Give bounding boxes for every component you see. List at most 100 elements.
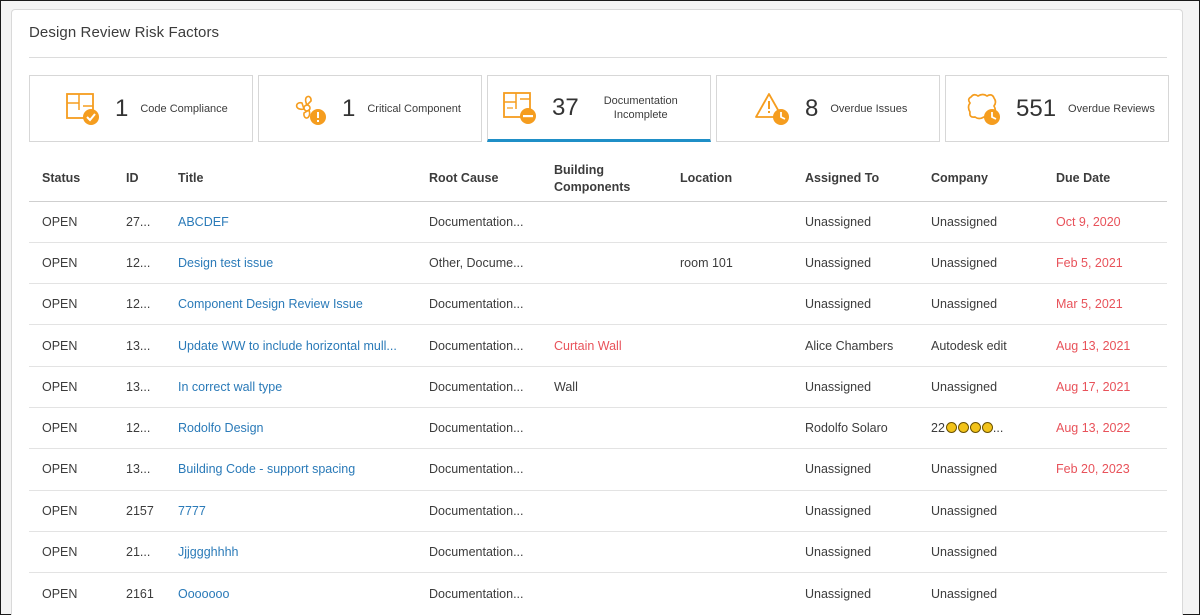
overdue-reviews-count: 551	[1016, 94, 1057, 122]
cell-title-link[interactable]: 7777	[165, 490, 416, 532]
cell-due-date: Feb 5, 2021	[1043, 242, 1167, 285]
cell-status: OPEN	[29, 448, 113, 491]
cell-location	[667, 531, 792, 574]
cell-root-cause: Other, Docume...	[416, 242, 541, 285]
cell-title-link[interactable]: ABCDEF	[165, 201, 416, 243]
col-header-location[interactable]: Location	[667, 157, 792, 202]
cell-location	[667, 490, 792, 532]
table-row[interactable]: OPEN 2157 7777 Documentation... Unassign…	[29, 490, 1167, 532]
panel-title: Design Review Risk Factors	[29, 24, 220, 41]
cell-status: OPEN	[42, 586, 78, 601]
cell-company: Unassigned	[918, 283, 1043, 326]
emoji-face-icon	[981, 422, 993, 434]
cell-title-link[interactable]: Design test issue	[165, 242, 416, 285]
cell-assigned-to: Unassigned	[805, 586, 872, 601]
cell-root-cause: Documentation...	[416, 201, 541, 243]
documentation-incomplete-icon	[503, 91, 536, 124]
cell-due-date	[1043, 573, 1167, 614]
cell-building-components	[541, 490, 667, 532]
col-header-building-components[interactable]: Building Components	[541, 157, 667, 202]
cell-root-cause: Documentation...	[416, 366, 541, 408]
cell-title-link[interactable]: Rodolfo Design	[165, 407, 416, 450]
cell-title-link[interactable]: In correct wall type	[165, 366, 416, 408]
card-code-compliance[interactable]: 1 Code Compliance	[29, 75, 253, 142]
cell-id: 12...	[113, 407, 165, 450]
cell-due-date: Aug 17, 2021	[1043, 366, 1167, 408]
col-header-company[interactable]: Company	[918, 157, 1043, 202]
cell-status: OPEN	[29, 490, 113, 532]
cell-company: Unassigned	[918, 366, 1043, 408]
cell-root-cause: Documentation...	[416, 490, 541, 532]
cell-building-components	[541, 448, 667, 491]
documentation-incomplete-label: Documentation Incomplete	[603, 94, 678, 121]
emoji-face-icon	[945, 422, 957, 434]
table-row[interactable]: OPEN 13... In correct wall type Document…	[29, 366, 1167, 408]
cell-title-link[interactable]: Building Code - support spacing	[165, 448, 416, 491]
issues-table: Status ID Title Root Cause Building Comp…	[29, 157, 1167, 614]
table-row[interactable]: OPEN 12... Design test issue Other, Docu…	[29, 242, 1167, 285]
cell-location: room 101	[667, 242, 792, 285]
col-header-root-cause[interactable]: Root Cause	[416, 157, 541, 202]
cell-root-cause: Documentation...	[416, 531, 541, 574]
table-header-row: Status ID Title Root Cause Building Comp…	[29, 157, 1167, 202]
table-row[interactable]: OPEN 13... Building Code - support spaci…	[29, 448, 1167, 491]
card-overdue-issues[interactable]: 8 Overdue Issues	[716, 75, 940, 142]
table-row[interactable]: OPEN 13... Update WW to include horizont…	[29, 324, 1167, 367]
cell-assigned-to: Unassigned	[792, 201, 918, 243]
cell-assigned-to: Unassigned	[792, 531, 918, 574]
overdue-issues-icon	[755, 92, 789, 125]
cell-location	[667, 407, 792, 450]
cell-company: Unassigned	[918, 201, 1043, 243]
col-header-status[interactable]: Status	[29, 157, 113, 202]
cell-status: OPEN	[29, 324, 113, 367]
cell-root-cause: Documentation...	[416, 407, 541, 450]
cell-title-link[interactable]: Component Design Review Issue	[165, 283, 416, 326]
cell-due-date: Feb 20, 2023	[1043, 448, 1167, 491]
cell-id: 21...	[113, 531, 165, 574]
cell-root-cause: Documentation...	[416, 324, 541, 367]
table-row[interactable]: OPEN 12... Component Design Review Issue…	[29, 283, 1167, 326]
table-row[interactable]: OPEN 27... ABCDEF Documentation... Unass…	[29, 201, 1167, 243]
cell-assigned-to: Unassigned	[792, 283, 918, 326]
documentation-incomplete-count: 37	[552, 93, 579, 121]
col-header-due-date[interactable]: Due Date	[1043, 157, 1167, 202]
cell-building-components: Wall	[541, 366, 667, 408]
cell-due-date: Oct 9, 2020	[1043, 201, 1167, 243]
table-row[interactable]: OPEN 21... Jjjggghhhh Documentation... U…	[29, 531, 1167, 574]
critical-component-count: 1	[342, 94, 356, 122]
cell-id: 12...	[113, 242, 165, 285]
table-row[interactable]: OPEN 12... Rodolfo Design Documentation.…	[29, 407, 1167, 450]
col-header-id[interactable]: ID	[113, 157, 165, 202]
cell-title-link[interactable]: Jjjggghhhh	[165, 531, 416, 574]
cell-assigned-to: Unassigned	[792, 490, 918, 532]
col-header-title[interactable]: Title	[165, 157, 416, 202]
table-row[interactable]: OPEN 2161 Ooooooo Documentation... Unass…	[29, 573, 1167, 614]
cell-status: OPEN	[29, 201, 113, 243]
cell-due-date: Aug 13, 2022	[1043, 407, 1167, 450]
cell-title-link[interactable]: Ooooooo	[165, 573, 416, 614]
cell-company: Unassigned	[918, 531, 1043, 574]
cell-assigned-to: Unassigned	[792, 448, 918, 491]
code-compliance-count: 1	[115, 94, 129, 122]
cell-due-date	[1043, 531, 1167, 574]
card-documentation-incomplete[interactable]: 37 Documentation Incomplete	[487, 75, 711, 142]
cell-root-cause: Documentation...	[429, 586, 524, 601]
cell-location	[667, 283, 792, 326]
cell-company: Unassigned	[931, 586, 998, 601]
card-overdue-reviews[interactable]: 551 Overdue Reviews	[945, 75, 1169, 142]
cell-company: Autodesk edit	[918, 324, 1043, 367]
cell-building-components	[541, 573, 667, 614]
cell-assigned-to: Unassigned	[792, 366, 918, 408]
overdue-issues-label: Overdue Issues	[830, 102, 908, 115]
cell-status: OPEN	[29, 283, 113, 326]
cell-due-date: Aug 13, 2021	[1043, 324, 1167, 367]
col-header-assigned-to[interactable]: Assigned To	[792, 157, 918, 202]
cell-title-link[interactable]: Update WW to include horizontal mull...	[165, 324, 416, 367]
cell-location	[667, 573, 792, 614]
risk-factors-panel: Design Review Risk Factors 1 Code Compli…	[11, 9, 1183, 615]
cell-company: Unassigned	[918, 242, 1043, 285]
cell-assigned-to: Rodolfo Solaro	[792, 407, 918, 450]
cell-due-date: Mar 5, 2021	[1043, 283, 1167, 326]
card-critical-component[interactable]: 1 Critical Component	[258, 75, 482, 142]
cell-id: 2157	[113, 490, 165, 532]
